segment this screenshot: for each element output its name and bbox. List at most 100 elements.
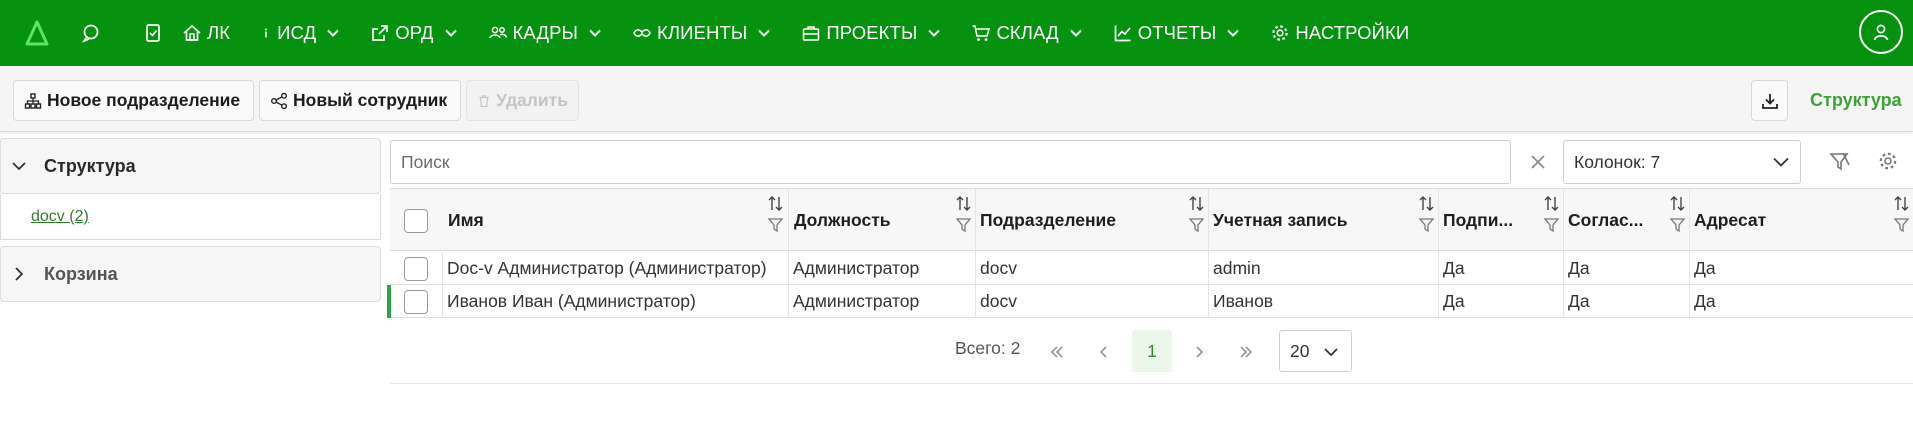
filter-icon[interactable]: [1669, 216, 1686, 233]
nav-label-lk: ЛК: [207, 22, 231, 43]
prev-page-button[interactable]: [1084, 332, 1124, 372]
nav-item-kadry[interactable]: КАДРЫ: [488, 0, 622, 66]
header-approver[interactable]: Соглас...: [1563, 189, 1689, 252]
filter-icon[interactable]: [1188, 216, 1205, 233]
sort-icon[interactable]: [767, 195, 784, 212]
download-icon: [1761, 93, 1778, 109]
sort-icon[interactable]: [955, 195, 972, 212]
chat-button[interactable]: [74, 0, 108, 66]
nav-item-ord[interactable]: ОРД: [370, 0, 477, 66]
header-signer-label: Подпи...: [1443, 210, 1514, 230]
user-icon: [1873, 24, 1889, 41]
trash-icon: [479, 94, 489, 107]
chevron-down-icon: [1070, 29, 1082, 37]
grid-header: Имя Должность Подразделение Учетная запи…: [390, 188, 1913, 252]
page-size-value: 20: [1290, 340, 1310, 361]
chevron-right-icon: [1196, 346, 1204, 358]
cell-signer: Да: [1438, 285, 1563, 318]
header-addressee[interactable]: Адресат: [1689, 189, 1913, 252]
org-structure-icon: [24, 92, 42, 109]
table-row[interactable]: Doc-v Администратор (Администратор) Адми…: [390, 252, 1913, 285]
filter-icon[interactable]: [767, 216, 784, 233]
structure-link[interactable]: Структура: [1810, 80, 1902, 121]
chevron-right-icon: [15, 267, 24, 281]
row-checkbox[interactable]: [404, 289, 428, 314]
header-signer[interactable]: Подпи...: [1438, 189, 1563, 252]
nav-label-isd: ИСД: [277, 22, 317, 43]
chevron-down-icon: [928, 29, 941, 37]
clear-filters-button[interactable]: [1828, 150, 1852, 174]
handshake-icon: [633, 29, 651, 37]
filter-icon[interactable]: [1418, 216, 1435, 233]
new-department-button[interactable]: Новое подразделение: [13, 80, 254, 121]
new-employee-button[interactable]: Новый сотрудник: [259, 80, 461, 121]
nav-label-otchety: ОТЧЕТЫ: [1137, 22, 1217, 43]
nav-item-lk[interactable]: ЛК: [182, 0, 250, 66]
structure-sidebar: Структура docv (2) Корзина: [0, 138, 383, 441]
gear-icon: [1879, 152, 1897, 170]
nav-item-isd[interactable]: ИСД: [260, 0, 360, 66]
close-icon: [1531, 155, 1545, 169]
nav-label-kadry: КАДРЫ: [512, 22, 579, 43]
chevron-down-icon: [1773, 157, 1789, 167]
header-position[interactable]: Должность: [789, 189, 975, 252]
home-icon: [183, 24, 201, 41]
user-avatar-button[interactable]: [1859, 10, 1903, 54]
delete-label: Удалить: [496, 90, 568, 110]
cell-name: Иванов Иван (Администратор): [442, 285, 788, 318]
sort-icon[interactable]: [1543, 195, 1560, 212]
chevron-down-icon: [444, 29, 457, 37]
clear-search-button[interactable]: [1526, 150, 1550, 174]
delta-logo-icon: [25, 20, 49, 46]
tree-item-docv[interactable]: docv (2): [31, 208, 89, 226]
chevron-down-icon: [758, 29, 771, 37]
sort-icon[interactable]: [1418, 195, 1435, 212]
info-icon: [265, 28, 268, 38]
cell-position: Администратор: [788, 285, 975, 318]
page-1-button[interactable]: 1: [1132, 330, 1172, 372]
select-all-cell: [390, 189, 442, 252]
search-input[interactable]: [390, 140, 1511, 184]
next-page-button[interactable]: [1179, 332, 1219, 372]
delete-button[interactable]: Удалить: [466, 80, 579, 121]
page-size-select[interactable]: 20: [1279, 330, 1352, 372]
structure-accordion-header[interactable]: Структура: [0, 138, 381, 194]
nav-label-klienty: КЛИЕНТЫ: [657, 22, 748, 43]
nav-item-nastroyki[interactable]: НАСТРОЙКИ: [1270, 0, 1429, 66]
header-department-label: Подразделение: [980, 210, 1117, 230]
sort-icon[interactable]: [1669, 195, 1686, 212]
structure-tree: docv (2): [0, 194, 381, 240]
trash-accordion-header[interactable]: Корзина: [0, 246, 381, 302]
header-name[interactable]: Имя: [443, 189, 787, 252]
filter-icon[interactable]: [1893, 216, 1910, 233]
row-checkbox[interactable]: [404, 256, 428, 281]
structure-accordion-title: Структура: [44, 155, 136, 176]
sort-icon[interactable]: [1893, 195, 1910, 212]
cell-department: docv: [975, 252, 1208, 285]
row-select-cell: [390, 252, 442, 285]
header-addressee-label: Адресат: [1694, 210, 1767, 230]
nav-item-otchety[interactable]: ОТЧЕТЫ: [1113, 0, 1261, 66]
filter-icon[interactable]: [1543, 216, 1560, 233]
header-position-label: Должность: [794, 210, 891, 230]
grid-settings-button[interactable]: [1877, 150, 1901, 174]
table-row[interactable]: Иванов Иван (Администратор) Администрато…: [387, 285, 1913, 318]
sort-icon[interactable]: [1188, 195, 1205, 212]
first-page-button[interactable]: [1037, 332, 1077, 372]
last-page-button[interactable]: [1226, 332, 1266, 372]
cell-name: Doc-v Администратор (Администратор): [442, 252, 788, 285]
header-department[interactable]: Подразделение: [975, 189, 1208, 252]
new-employee-label: Новый сотрудник: [293, 90, 448, 110]
header-account[interactable]: Учетная запись: [1208, 189, 1438, 252]
select-all-checkbox[interactable]: [404, 208, 428, 233]
nav-item-proekty[interactable]: ПРОЕКТЫ: [801, 0, 961, 66]
nav-item-klienty[interactable]: КЛИЕНТЫ: [632, 0, 791, 66]
app-logo[interactable]: [0, 0, 74, 66]
download-button[interactable]: [1751, 80, 1788, 121]
people-icon: [488, 26, 507, 39]
cell-addressee: Да: [1689, 252, 1913, 285]
columns-select[interactable]: Колонок: 7: [1563, 140, 1801, 184]
filter-icon[interactable]: [955, 216, 972, 233]
nav-item-sklad[interactable]: СКЛАД: [971, 0, 1102, 66]
header-approver-label: Соглас...: [1568, 210, 1644, 230]
